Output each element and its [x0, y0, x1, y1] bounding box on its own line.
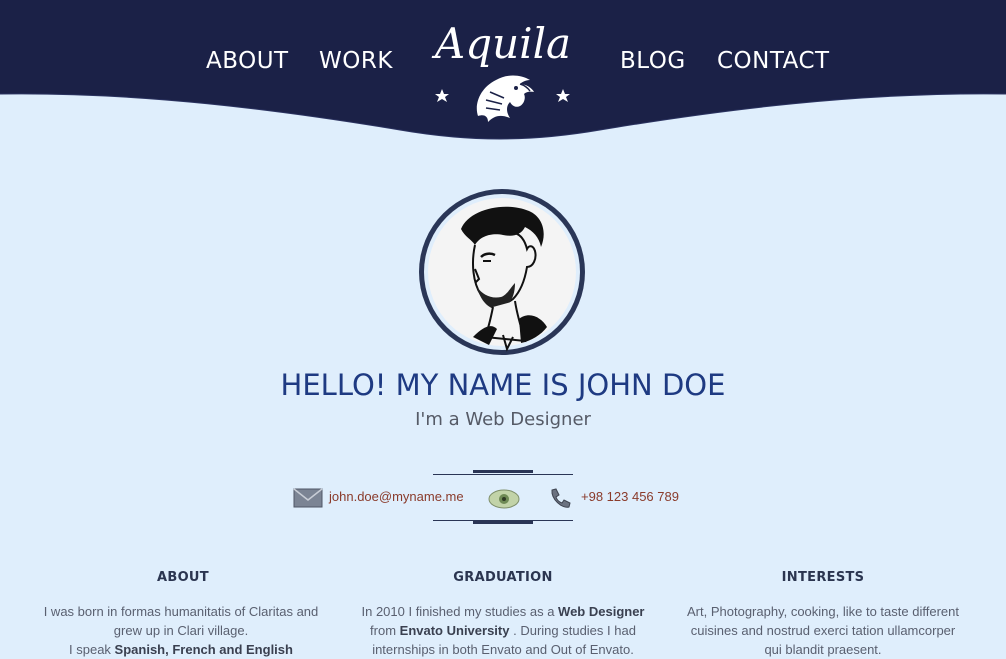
phone-link[interactable]: +98 123 456 789 [581, 489, 679, 504]
divider-top [433, 474, 573, 475]
graduation-title: GRADUATION [453, 570, 553, 585]
nav-about-link[interactable]: ABOUT [206, 48, 289, 74]
divider-bottom-accent [473, 521, 533, 524]
star-icon [556, 89, 570, 102]
nav-contact-link[interactable]: CONTACT [717, 48, 830, 74]
graduation-text: In 2010 I finished my studies as a Web D… [361, 604, 645, 657]
phone-icon [551, 488, 571, 508]
interests-title: INTERESTS [781, 570, 865, 585]
about-title: ABOUT [157, 570, 209, 585]
nav-work-link[interactable]: WORK [319, 48, 393, 74]
nav-blog-link[interactable]: BLOG [620, 48, 686, 74]
site-logo[interactable]: Aquila [430, 18, 576, 126]
mail-icon [293, 488, 323, 508]
eagle-icon [435, 75, 570, 122]
page-subtitle: I'm a Web Designer [415, 409, 591, 430]
interests-text: Art, Photography, cooking, like to taste… [687, 604, 959, 657]
eye-icon [488, 489, 520, 509]
divider-top-accent [473, 470, 533, 473]
about-text: I was born in formas humanitatis of Clar… [43, 604, 319, 657]
star-icon [435, 89, 449, 102]
email-link[interactable]: john.doe@myname.me [329, 489, 464, 504]
avatar [419, 189, 585, 355]
page-title: HELLO! MY NAME IS JOHN DOE [280, 368, 726, 402]
logo-text: Aquila [434, 19, 572, 68]
